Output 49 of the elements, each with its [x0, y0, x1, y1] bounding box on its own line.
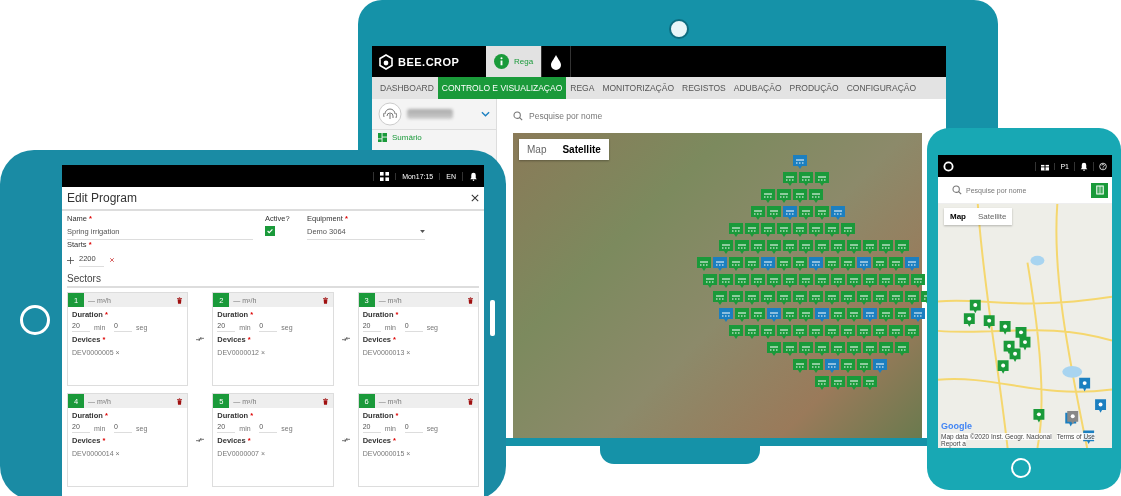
- swap-arrows-icon[interactable]: [341, 437, 350, 443]
- sidebar-item[interactable]: Sumário: [372, 130, 496, 145]
- trash-icon[interactable]: [322, 296, 328, 304]
- nav-item[interactable]: REGA: [566, 77, 599, 99]
- swap-arrows-icon[interactable]: [341, 336, 350, 342]
- trash-icon[interactable]: [177, 397, 183, 405]
- nav-item[interactable]: MONITORIZAÇÃO: [598, 77, 678, 99]
- app-tab[interactable]: [541, 46, 572, 77]
- map-icon: [1095, 185, 1104, 195]
- swap-arrows-icon[interactable]: [196, 437, 205, 443]
- map-type-button[interactable]: Satellite: [554, 139, 609, 160]
- map-view-button[interactable]: [1091, 182, 1108, 198]
- hexagon-logo-icon: [378, 53, 394, 70]
- search-icon: [513, 111, 523, 121]
- map-type-button[interactable]: Map: [944, 208, 972, 225]
- map-type-button[interactable]: Map: [519, 139, 555, 160]
- nav-item[interactable]: CONTROLO E VISUALIZAÇAO: [437, 77, 567, 99]
- dashboard-icon: [378, 133, 387, 142]
- nav-item[interactable]: CONFIGURAÇÃO: [842, 77, 921, 99]
- blurred-name: [407, 109, 453, 119]
- close-icon[interactable]: [471, 194, 479, 202]
- remove-icon[interactable]: [108, 257, 115, 263]
- chevron-down-icon[interactable]: [481, 111, 490, 117]
- trash-icon[interactable]: [468, 397, 473, 405]
- nav-item[interactable]: PRODUÇÃO: [785, 77, 843, 99]
- side-button-icon: [490, 300, 495, 336]
- add-icon[interactable]: [67, 256, 74, 264]
- trash-icon[interactable]: [177, 296, 183, 304]
- logo-text: BEE.CROP: [398, 55, 460, 68]
- home-button-icon: [20, 305, 50, 335]
- section-title: Sectors: [67, 273, 479, 288]
- circle-logo-icon: [943, 160, 954, 172]
- search-icon: [952, 185, 962, 195]
- camera-icon: [669, 19, 689, 39]
- nav-item[interactable]: DASHBOARD: [376, 77, 438, 99]
- search-field[interactable]: Pesquise por nome: [513, 99, 922, 133]
- map-logo: Google: [941, 421, 972, 431]
- water-drop-icon: [550, 53, 563, 70]
- map-type-button[interactable]: Satellite: [972, 208, 1013, 225]
- active-checkbox[interactable]: [265, 226, 275, 236]
- nav-item[interactable]: ADUBAÇÃO: [729, 77, 786, 99]
- trash-icon[interactable]: [322, 397, 328, 405]
- dropdown-caret-icon: [420, 230, 425, 233]
- info-icon: [494, 54, 509, 69]
- swap-arrows-icon[interactable]: [196, 336, 205, 342]
- dialog-title: Edit Program: [67, 191, 138, 205]
- home-button-icon: [1011, 458, 1031, 478]
- nav-item[interactable]: REGISTOS: [678, 77, 730, 99]
- trash-icon[interactable]: [468, 296, 473, 304]
